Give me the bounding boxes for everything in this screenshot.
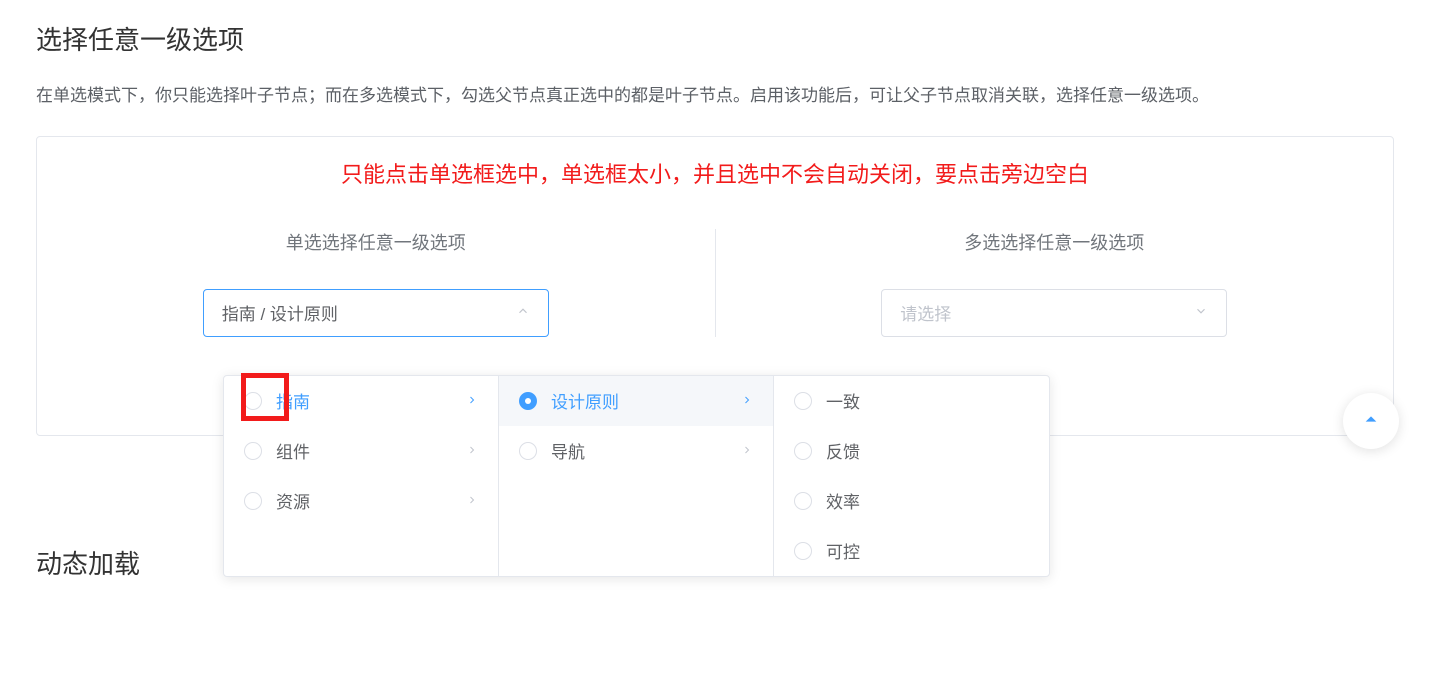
cascader-item-efficiency[interactable]: 效率 (774, 476, 1049, 526)
radio-icon[interactable] (244, 492, 262, 510)
radio-icon[interactable] (794, 392, 812, 410)
chevron-up-icon (516, 304, 530, 321)
cascader-item-consistency[interactable]: 一致 (774, 376, 1049, 426)
page-title: 选择任意一级选项 (36, 20, 1394, 57)
single-cascader-input[interactable]: 指南 / 设计原则 (203, 289, 549, 337)
cascader-item-label: 可控 (826, 538, 1029, 563)
cascader-item-label: 资源 (276, 488, 466, 513)
cascader-item-resource[interactable]: 资源 (224, 476, 498, 526)
cascader-item-component[interactable]: 组件 (224, 426, 498, 476)
multi-select-column: 多选选择任意一级选项 请选择 (715, 229, 1394, 337)
scroll-to-top-button[interactable] (1343, 393, 1399, 449)
radio-icon[interactable] (244, 442, 262, 460)
radio-icon-checked[interactable] (519, 392, 537, 410)
chevron-right-icon (741, 441, 753, 461)
single-select-label: 单选选择任意一级选项 (286, 229, 466, 255)
cascader-dropdown-panel: 指南 组件 资源 (223, 375, 1050, 577)
chevron-down-icon (1194, 304, 1208, 321)
page-description: 在单选模式下，你只能选择叶子节点；而在多选模式下，勾选父节点真正选中的都是叶子节… (36, 81, 1394, 112)
radio-icon[interactable] (794, 442, 812, 460)
annotation-text: 只能点击单选框选中，单选框太小，并且选中不会自动关闭，要点击旁边空白 (37, 157, 1393, 189)
single-cascader-value: 指南 / 设计原则 (222, 300, 338, 325)
cascader-menu-3: 一致 反馈 效率 可控 (774, 376, 1049, 576)
cascader-item-feedback[interactable]: 反馈 (774, 426, 1049, 476)
cascader-item-label: 效率 (826, 488, 1029, 513)
cascader-menu-1: 指南 组件 资源 (224, 376, 499, 576)
cascader-item-navigation[interactable]: 导航 (499, 426, 773, 476)
cascader-item-label: 组件 (276, 438, 466, 463)
multi-cascader-placeholder: 请选择 (900, 300, 951, 325)
cascader-item-controllable[interactable]: 可控 (774, 526, 1049, 576)
radio-icon[interactable] (794, 542, 812, 560)
cascader-item-guide[interactable]: 指南 (224, 376, 498, 426)
chevron-right-icon (466, 491, 478, 511)
cascader-item-label: 反馈 (826, 438, 1029, 463)
chevron-right-icon (466, 441, 478, 461)
cascader-item-label: 导航 (551, 438, 741, 463)
cascader-item-label: 设计原则 (551, 388, 741, 413)
cascader-menu-2: 设计原则 导航 (499, 376, 774, 576)
cascader-item-label: 一致 (826, 388, 1029, 413)
single-select-column: 单选选择任意一级选项 指南 / 设计原则 指南 (37, 229, 715, 337)
radio-icon[interactable] (794, 492, 812, 510)
chevron-right-icon (466, 391, 478, 411)
multi-cascader-input[interactable]: 请选择 (881, 289, 1227, 337)
chevron-right-icon (741, 391, 753, 411)
multi-select-label: 多选选择任意一级选项 (964, 229, 1144, 255)
cascader-item-design-principle[interactable]: 设计原则 (499, 376, 773, 426)
cascader-item-label: 指南 (276, 388, 466, 413)
radio-icon[interactable] (519, 442, 537, 460)
radio-icon[interactable] (244, 392, 262, 410)
caret-up-icon (1363, 411, 1379, 430)
demo-container: 只能点击单选框选中，单选框太小，并且选中不会自动关闭，要点击旁边空白 单选选择任… (36, 136, 1394, 436)
